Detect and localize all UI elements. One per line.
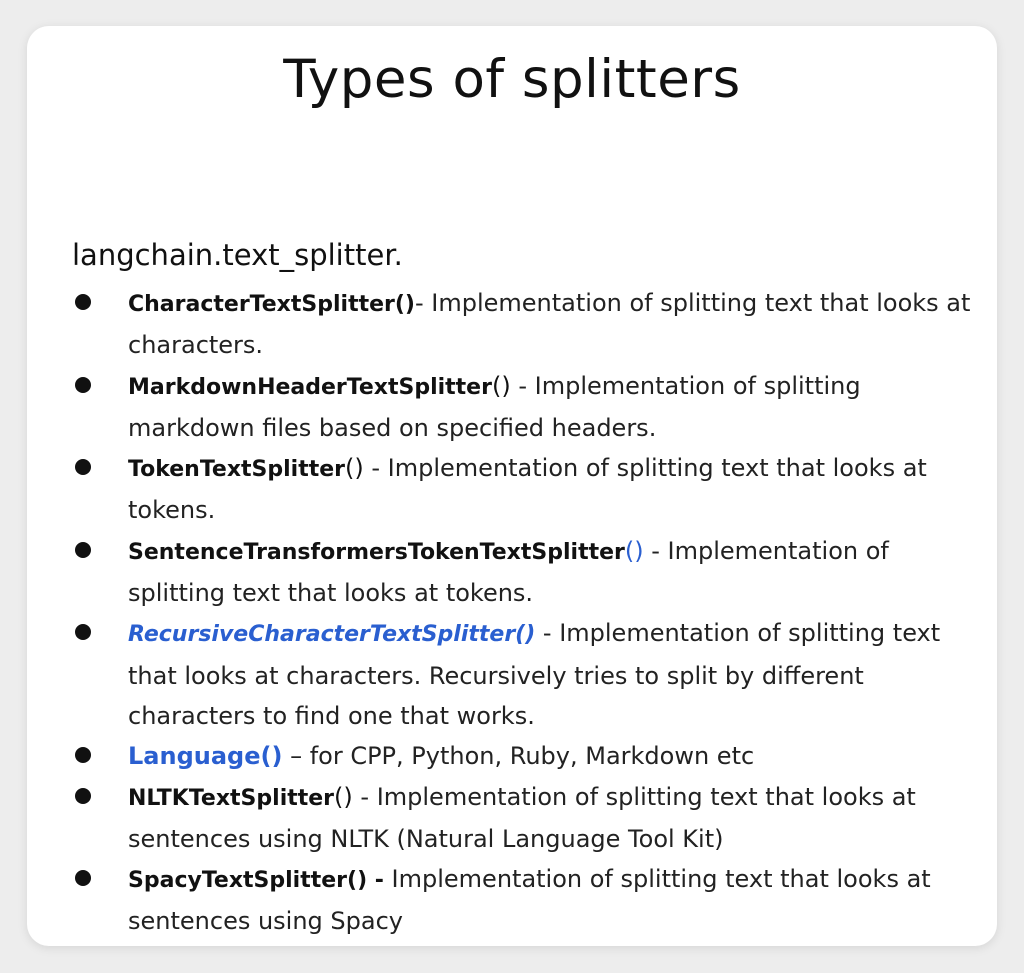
list-item-sentence-transformers-token-text-splitter: SentenceTransformersTokenTextSplitter() … bbox=[27, 531, 997, 614]
splitter-parens: () bbox=[491, 371, 511, 400]
slide-card: Types of splitters langchain.text_splitt… bbox=[27, 26, 997, 946]
splitter-name: SentenceTransformersTokenTextSplitter bbox=[128, 539, 625, 565]
splitter-parens: () bbox=[334, 782, 353, 811]
bullet-icon bbox=[75, 459, 91, 476]
splitter-parens: () bbox=[624, 536, 644, 565]
list-item-spacy-text-splitter: SpacyTextSplitter() - Implementation of … bbox=[27, 859, 997, 942]
list-item-markdown-header-text-splitter: MarkdownHeaderTextSplitter() - Implement… bbox=[27, 366, 997, 449]
splitter-description: – for CPP, Python, Ruby, Markdown etc bbox=[282, 742, 755, 771]
list-item-language: Language() – for CPP, Python, Ruby, Mark… bbox=[27, 736, 997, 776]
splitter-name-link[interactable]: Language() bbox=[128, 742, 282, 770]
bullet-icon bbox=[75, 624, 91, 641]
list-item-character-text-splitter: CharacterTextSplitter()- Implementation … bbox=[27, 283, 997, 366]
bullet-icon bbox=[75, 294, 91, 310]
splitter-name-link[interactable]: RecursiveCharacterTextSplitter() bbox=[128, 622, 535, 647]
splitter-name: CharacterTextSplitter() bbox=[128, 292, 415, 317]
splitter-list: CharacterTextSplitter()- Implementation … bbox=[27, 283, 997, 942]
bullet-icon bbox=[75, 541, 91, 558]
splitter-parens: () bbox=[345, 454, 364, 483]
splitter-name: SpacyTextSplitter() - bbox=[128, 868, 384, 894]
bullet-icon bbox=[75, 787, 91, 804]
splitter-name: NLTKTextSplitter bbox=[128, 785, 335, 811]
list-item-nltk-text-splitter: NLTKTextSplitter() - Implementation of s… bbox=[27, 777, 997, 860]
list-item-token-text-splitter: TokenTextSplitter() - Implementation of … bbox=[27, 448, 997, 531]
splitter-name: MarkdownHeaderTextSplitter bbox=[128, 374, 492, 400]
module-path: langchain.text_splitter. bbox=[72, 238, 403, 272]
list-item-recursive-character-text-splitter: RecursiveCharacterTextSplitter() - Imple… bbox=[27, 613, 997, 736]
bullet-icon bbox=[75, 376, 91, 393]
bullet-icon bbox=[75, 870, 91, 887]
slide-title: Types of splitters bbox=[283, 49, 741, 110]
splitter-name: TokenTextSplitter bbox=[128, 457, 346, 483]
bullet-icon bbox=[75, 747, 91, 764]
